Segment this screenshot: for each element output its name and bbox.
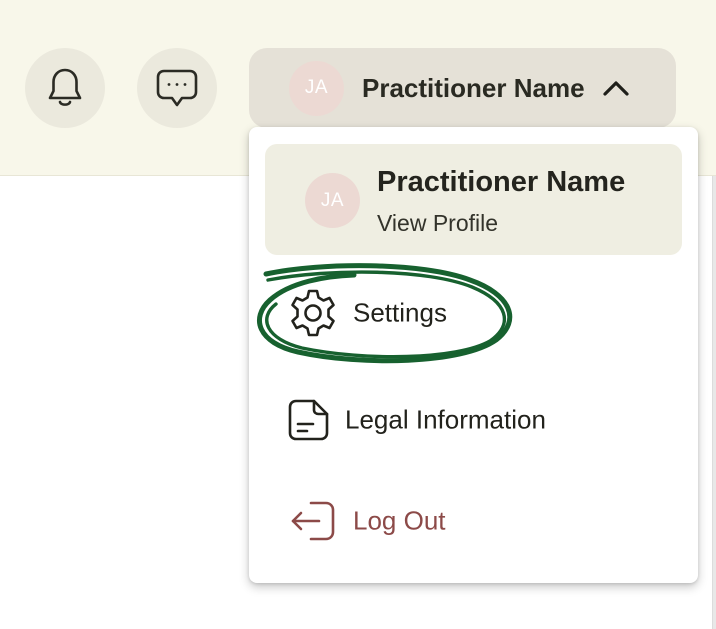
logout-icon — [289, 499, 337, 543]
messages-button[interactable] — [137, 48, 217, 128]
menu-item-label: Log Out — [353, 505, 446, 536]
user-dropdown-menu: JA Practitioner Name View Profile Settin… — [249, 127, 698, 583]
avatar: JA — [289, 60, 344, 116]
chat-bubble-dots-icon — [156, 69, 198, 107]
menu-item-label: Settings — [353, 297, 447, 328]
view-profile-card[interactable]: JA Practitioner Name View Profile — [265, 144, 682, 255]
profile-name: Practitioner Name — [377, 166, 626, 198]
menu-item-settings[interactable]: Settings — [249, 277, 698, 349]
user-menu-button[interactable]: JA Practitioner Name — [249, 48, 676, 128]
user-name: Practitioner Name — [362, 72, 585, 103]
notifications-button[interactable] — [25, 48, 105, 128]
chevron-up-icon — [601, 78, 631, 98]
avatar: JA — [305, 173, 360, 228]
document-icon — [287, 398, 331, 442]
menu-item-legal-information[interactable]: Legal Information — [249, 384, 698, 456]
scrollbar-track — [712, 176, 716, 629]
bell-icon — [48, 68, 82, 106]
menu-item-label: Legal Information — [345, 404, 546, 435]
menu-item-log-out[interactable]: Log Out — [249, 485, 698, 557]
gear-icon — [288, 288, 338, 338]
view-profile-link[interactable]: View Profile — [377, 210, 498, 237]
